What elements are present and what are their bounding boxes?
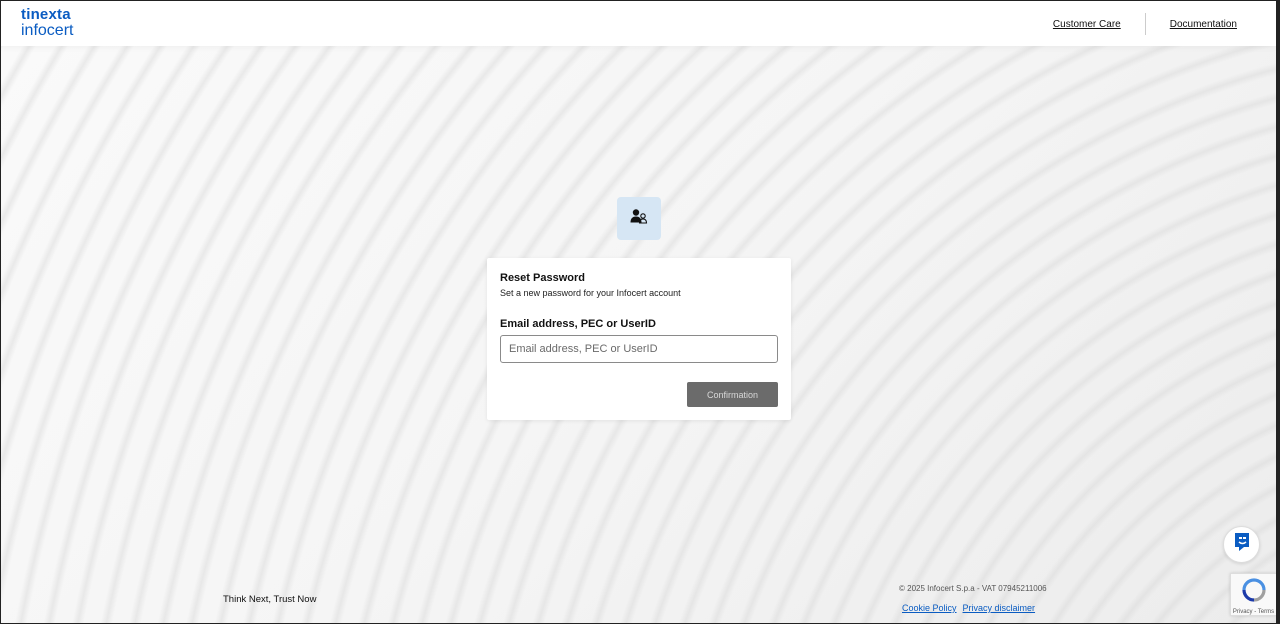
recaptcha-text[interactable]: Privacy - Terms: [1233, 609, 1274, 615]
header: tinexta infocert Customer Care Documenta…: [1, 1, 1276, 46]
infocert-logo[interactable]: tinexta infocert: [21, 7, 73, 39]
avatar-tile: [617, 197, 661, 240]
copyright-text: © 2025 Infocert S.p.a - VAT 07945211006: [899, 584, 1047, 593]
privacy-disclaimer-link[interactable]: Privacy disclaimer: [963, 603, 1036, 613]
recaptcha-icon: [1241, 578, 1267, 607]
page-frame: tinexta infocert Customer Care Documenta…: [0, 0, 1280, 624]
chat-bot-icon: [1233, 532, 1251, 557]
reset-password-card: Reset Password Set a new password for yo…: [487, 258, 791, 420]
tagline: Think Next, Trust Now: [223, 594, 317, 605]
logo-bottom-text: infocert: [21, 22, 74, 39]
nav-divider: [1144, 13, 1146, 35]
customer-care-link[interactable]: Customer Care: [1049, 19, 1125, 30]
documentation-link[interactable]: Documentation: [1166, 19, 1241, 30]
recaptcha-badge[interactable]: Privacy - Terms: [1230, 573, 1276, 616]
card-title: Reset Password: [500, 272, 585, 284]
email-field-label: Email address, PEC or UserID: [500, 318, 656, 330]
chat-button[interactable]: [1223, 526, 1260, 563]
footer-links: Cookie Policy Privacy disclaimer: [902, 603, 1035, 613]
card-subtitle: Set a new password for your Infocert acc…: [500, 288, 681, 298]
user-icon: [630, 208, 648, 229]
cookie-policy-link[interactable]: Cookie Policy: [902, 603, 957, 613]
email-field[interactable]: [500, 335, 778, 363]
confirmation-button[interactable]: Confirmation: [687, 382, 778, 407]
logo-top-text: tinexta: [21, 6, 71, 23]
header-nav: Customer Care Documentation: [1049, 13, 1241, 35]
